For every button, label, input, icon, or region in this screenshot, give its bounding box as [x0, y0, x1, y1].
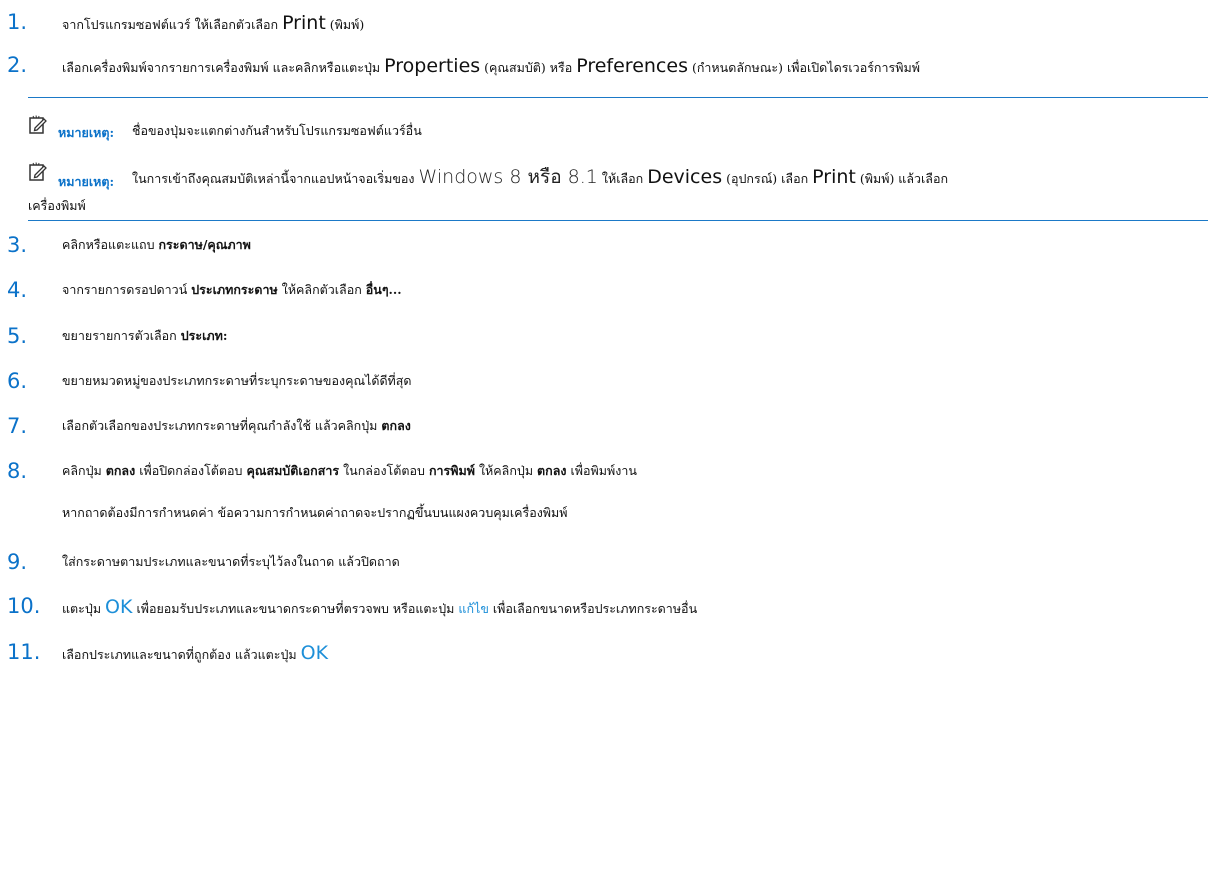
step-number: 10.	[7, 594, 41, 618]
step-text: จากรายการดรอปดาวน์ ประเภทกระดาษ ให้คลิกต…	[62, 282, 402, 297]
step-number: 5.	[7, 324, 28, 348]
note-pencil-icon	[29, 115, 47, 134]
step-text: จากโปรแกรมซอฟต์แวร์ ให้เลือกตัวเลือก Pri…	[62, 12, 365, 34]
properties-term: Properties	[384, 55, 481, 77]
ok-button-ref: OK	[300, 642, 329, 664]
windows-term: Windows 8 หรือ 8.1	[418, 166, 598, 188]
step-text: เลือกตัวเลือกของประเภทกระดาษที่คุณกำลังใ…	[62, 418, 411, 433]
step-subtext: หากถาดต้องมีการกำหนดค่า ข้อความการกำหนดค…	[62, 505, 568, 520]
devices-term: Devices	[647, 166, 723, 188]
step-number: 4.	[7, 278, 28, 302]
step-number: 8.	[7, 459, 28, 483]
step-text: คลิกหรือแตะแถบ กระดาษ/คุณภาพ	[62, 237, 251, 252]
step-text: ใส่กระดาษตามประเภทและขนาดที่ระบุไว้ลงในถ…	[62, 554, 400, 569]
step-text: ขยายหมวดหมู่ของประเภทกระดาษที่ระบุกระดาษ…	[62, 373, 412, 388]
note-pencil-icon	[29, 162, 47, 181]
note-text: ในการเข้าถึงคุณสมบัติเหล่านี้จากแอปหน้าจ…	[132, 166, 949, 188]
print-term: Print	[282, 12, 326, 34]
note-text-continued: เครื่องพิมพ์	[28, 198, 86, 213]
print-term: Print	[812, 166, 856, 188]
step-number: 2.	[7, 53, 28, 77]
step-text: แตะปุ่ม OK เพื่อยอมรับประเภทและขนาดกระดา…	[62, 596, 698, 618]
step-number: 7.	[7, 414, 28, 438]
step-number: 1.	[7, 10, 28, 34]
step-text: เลือกประเภทและขนาดที่ถูกต้อง แล้วแตะปุ่ม…	[62, 642, 329, 664]
paper-quality-tab: กระดาษ/คุณภาพ	[158, 237, 251, 252]
note-rule-top	[28, 97, 1208, 98]
preferences-term: Preferences	[576, 55, 688, 77]
step-number: 9.	[7, 550, 28, 574]
step-text: คลิกปุ่ม ตกลง เพื่อปิดกล่องโต้ตอบ คุณสมบ…	[62, 463, 637, 478]
step-text: ขยายรายการตัวเลือก ประเภท:	[62, 328, 228, 343]
note-rule-bottom	[28, 220, 1208, 221]
edit-button-ref: แก้ไข	[458, 601, 489, 616]
ok-button-ref: OK	[105, 596, 133, 618]
step-number: 6.	[7, 369, 28, 393]
note-label: หมายเหตุ:	[58, 125, 115, 140]
note-label: หมายเหตุ:	[58, 174, 115, 189]
step-number: 3.	[7, 233, 28, 257]
step-number: 11.	[7, 640, 41, 664]
note-text: ชื่อของปุ่มจะแตกต่างกันสำหรับโปรแกรมซอฟต…	[132, 123, 422, 138]
step-text: เลือกเครื่องพิมพ์จากรายการเครื่องพิมพ์ แ…	[62, 55, 920, 77]
